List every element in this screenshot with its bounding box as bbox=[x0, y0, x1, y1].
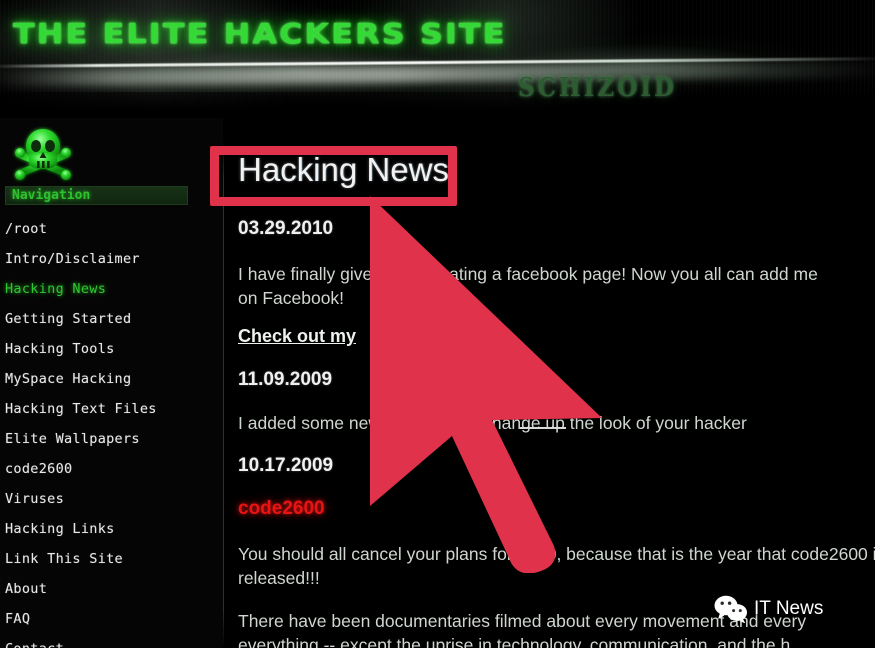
sidebar-item-intro-disclaimer[interactable]: Intro/Disclaimer bbox=[5, 251, 140, 267]
schizoid-wordmark: SCHIZOID bbox=[518, 72, 677, 103]
sidebar-item-root[interactable]: /root bbox=[5, 221, 47, 237]
navigation-section-header: Navigation bbox=[5, 186, 188, 205]
watermark: IT News bbox=[714, 595, 823, 623]
sidebar-item-elite-wallpapers[interactable]: Elite Wallpapers bbox=[5, 431, 140, 447]
inline-rule bbox=[520, 427, 566, 429]
main-content: Hacking News 03.29.2010 I have finally g… bbox=[224, 118, 875, 648]
skull-and-crossbones-icon bbox=[15, 129, 71, 180]
news-body-line: I have finally given in to creating a fa… bbox=[238, 264, 818, 284]
navigation-header-label: Navigation bbox=[12, 188, 91, 203]
news-body-line: released!!! bbox=[238, 568, 320, 588]
sidebar-item-viruses[interactable]: Viruses bbox=[5, 491, 64, 507]
news-body-line: I added some new wallpapers. Change up t… bbox=[238, 413, 747, 433]
sidebar-item-hacking-links[interactable]: Hacking Links bbox=[5, 521, 115, 537]
site-header-banner: THE ELITE HACKERS SITE SCHIZOID bbox=[0, 0, 875, 118]
sidebar-item-contact[interactable]: Contact bbox=[5, 641, 64, 648]
news-date: 03.29.2010 bbox=[238, 218, 334, 239]
sidebar-item-hacking-tools[interactable]: Hacking Tools bbox=[5, 341, 115, 357]
news-body-line: You should all cancel your plans for 201… bbox=[238, 544, 875, 564]
sidebar-item-code2600[interactable]: code2600 bbox=[5, 461, 72, 477]
site-title: THE ELITE HACKERS SITE bbox=[13, 18, 507, 51]
sidebar-item-faq[interactable]: FAQ bbox=[5, 611, 30, 627]
news-link[interactable]: Check out my bbox=[238, 326, 356, 347]
news-body-line: on Facebook! bbox=[238, 288, 345, 308]
watermark-label: IT News bbox=[754, 598, 824, 619]
sidebar-item-hacking-text-files[interactable]: Hacking Text Files bbox=[5, 401, 157, 417]
news-date-code2600: code2600 bbox=[238, 498, 325, 519]
sidebar-item-myspace-hacking[interactable]: MySpace Hacking bbox=[5, 371, 131, 387]
sidebar-item-about[interactable]: About bbox=[5, 581, 47, 597]
sidebar-item-getting-started[interactable]: Getting Started bbox=[5, 311, 131, 327]
sidebar-item-link-this-site[interactable]: Link This Site bbox=[5, 551, 123, 567]
sidebar-navigation: Navigation /root Intro/Disclaimer Hackin… bbox=[0, 118, 223, 648]
page-title: Hacking News bbox=[238, 151, 449, 188]
news-body-line: everything -- except the uprise in techn… bbox=[238, 635, 791, 648]
wechat-icon bbox=[714, 595, 747, 623]
banner-bottom-fade bbox=[0, 92, 875, 118]
news-date: 11.09.2009 bbox=[238, 369, 333, 390]
page-root: THE ELITE HACKERS SITE SCHIZOID Navigati… bbox=[0, 0, 875, 648]
sidebar-item-hacking-news[interactable]: Hacking News bbox=[5, 281, 106, 297]
news-date: 10.17.2009 bbox=[238, 455, 334, 476]
